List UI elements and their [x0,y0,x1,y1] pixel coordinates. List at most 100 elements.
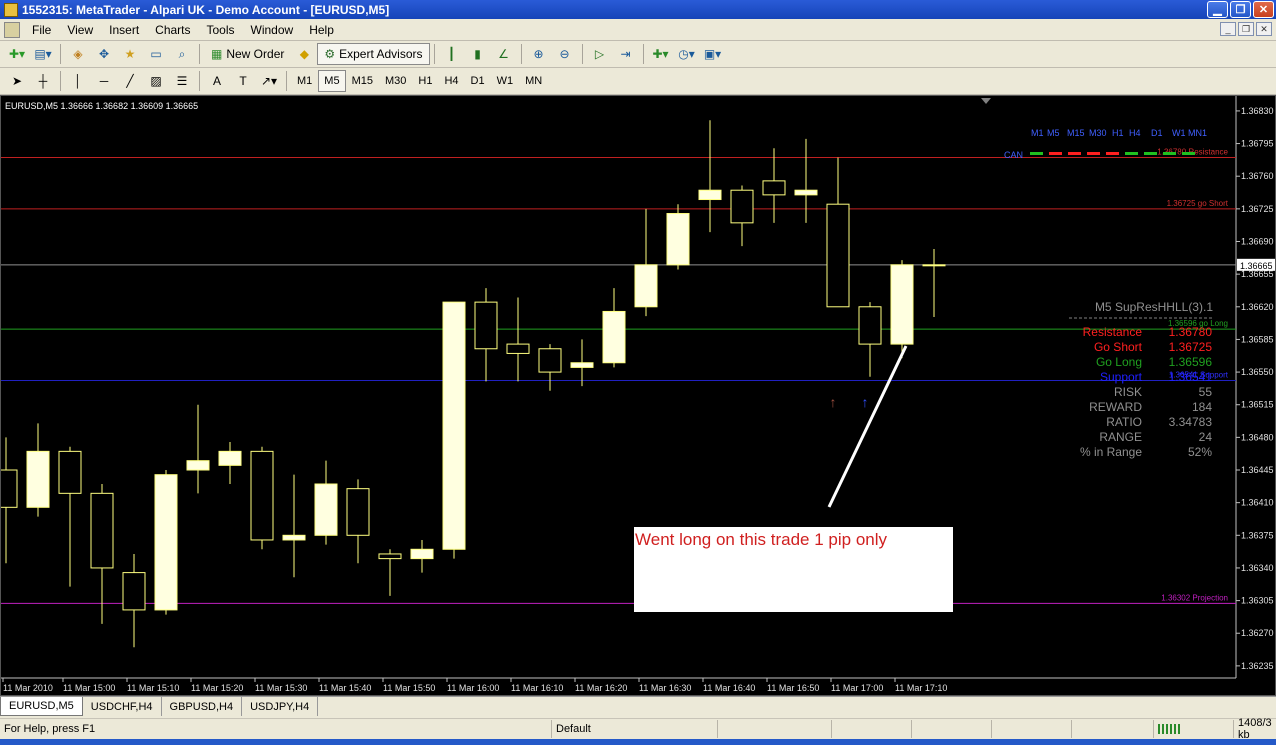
candle-body [794,189,818,196]
panel-row-value: 1.36725 [1169,340,1213,354]
candle-body [474,301,498,350]
tf-legend-label: D1 [1151,128,1163,138]
menu-charts[interactable]: Charts [147,23,198,37]
strategy-tester-icon[interactable]: ⌕ [171,43,193,65]
panel-row-label: Support [1100,370,1143,384]
x-tick-label: 11 Mar 16:20 [575,683,627,693]
cursor-icon[interactable]: ➤ [6,70,28,92]
expert-advisors-icon: ⚙ [324,47,336,61]
timeframe-d1[interactable]: D1 [465,70,491,92]
child-close-button[interactable]: ✕ [1256,22,1272,36]
new-order-label: New Order [226,47,285,61]
tab-eurusd-m5[interactable]: EURUSD,M5 [0,697,83,716]
new-order-button[interactable]: ▦ New Order [204,43,291,65]
tf-signal-dash [1068,152,1081,155]
candle-body [90,492,114,569]
bar-chart-icon[interactable]: ┃ [441,43,463,65]
new-chart-icon[interactable]: ✚▾ [6,43,28,65]
chart-window[interactable]: 1.36830 1.36795 1.36760 1.36725 1.36690 1.366… [0,95,1276,696]
panel-row-label: Resistance [1083,325,1143,339]
timeframe-m5[interactable]: M5 [318,70,346,92]
status-empty-1 [718,720,832,738]
x-tick-label: 11 Mar 15:50 [383,683,435,693]
y-tick-label: 1.36270 [1241,628,1274,638]
text-label-icon[interactable]: T [232,70,254,92]
tf-legend-label: M5 [1047,128,1060,138]
toolbar-separator [60,71,61,91]
tf-legend-label: H1 [1112,128,1124,138]
chart-window-icon[interactable] [4,21,20,38]
favorites-icon[interactable]: ★ [119,43,141,65]
market-watch-icon[interactable]: ◈ [67,43,89,65]
timeframe-m15[interactable]: M15 [346,70,379,92]
timeframe-m1[interactable]: M1 [291,70,318,92]
menu-file[interactable]: File [24,23,59,37]
timeframe-mn[interactable]: MN [519,70,548,92]
toolbar-separator [433,44,435,64]
panel-row-value: 55 [1199,385,1213,399]
candle-body [570,362,594,368]
y-tick-label: 1.36515 [1241,400,1274,410]
line-chart-icon[interactable]: ∠ [493,43,515,65]
restore-button[interactable]: ❐ [1230,1,1251,18]
fibonacci-icon[interactable]: ☰ [171,70,193,92]
timeframe-h4[interactable]: H4 [438,70,464,92]
panel-row-value: 1.36541 [1169,370,1213,384]
tab-gbpusd-h4[interactable]: GBPUSD,H4 [162,697,243,716]
candle-body [730,189,754,224]
zoom-out-icon[interactable]: ⊖ [554,43,576,65]
profiles-icon[interactable]: ▤▾ [32,43,54,65]
timeframe-w1[interactable]: W1 [491,70,520,92]
x-tick-label: 11 Mar 15:30 [255,683,307,693]
status-empty-3 [912,720,992,738]
menu-tools[interactable]: Tools [199,23,243,37]
chart-shift-icon[interactable]: ⇥ [615,43,637,65]
tab-usdjpy-h4[interactable]: USDJPY,H4 [242,697,319,716]
vertical-line-icon[interactable]: │ [67,70,89,92]
terminal-icon[interactable]: ▭ [145,43,167,65]
close-button[interactable]: ✕ [1253,1,1274,18]
panel-title: M5 SupResHHLL(3).1 [1095,300,1213,314]
menu-insert[interactable]: Insert [101,23,147,37]
window-controls: ▁ ❐ ✕ [1207,1,1274,18]
tab-usdchf-h4[interactable]: USDCHF,H4 [83,697,162,716]
timeframe-m30[interactable]: M30 [379,70,412,92]
candle-body [634,264,658,308]
line-studies-toolbar: ➤ ┼ │ ─ ╱ ▨ ☰ A T ↗▾ M1 M5 M15 M30 H1 H4… [0,68,1276,95]
arrows-icon[interactable]: ↗▾ [258,70,280,92]
expert-advisors-button[interactable]: ⚙ Expert Advisors [317,43,430,65]
metaeditor-icon[interactable]: ◆ [293,43,315,65]
x-tick-label: 11 Mar 16:50 [767,683,819,693]
periods-icon[interactable]: ◷▾ [676,43,698,65]
templates-icon[interactable]: ▣▾ [702,43,724,65]
y-tick-label: 1.36550 [1241,367,1274,377]
navigator-icon[interactable]: ✥ [93,43,115,65]
status-empty-4 [992,720,1072,738]
candle-body [602,310,626,364]
candle-body [346,488,370,536]
current-price-label: 1.36665 [1240,261,1273,271]
menu-view[interactable]: View [59,23,101,37]
y-tick-label: 1.36830 [1241,106,1274,116]
crosshair-icon[interactable]: ┼ [32,70,54,92]
candle-body [154,474,178,611]
price-chart[interactable]: 1.36830 1.36795 1.36760 1.36725 1.36690 1.366… [1,96,1275,695]
zoom-in-icon[interactable]: ⊕ [528,43,550,65]
trendline-icon[interactable]: ╱ [119,70,141,92]
candlestick-chart-icon[interactable]: ▮ [467,43,489,65]
channel-icon[interactable]: ▨ [145,70,167,92]
minimize-button[interactable]: ▁ [1207,1,1228,18]
menu-window[interactable]: Window [243,23,302,37]
menu-help[interactable]: Help [301,23,342,37]
child-minimize-button[interactable]: _ [1220,22,1236,36]
up-arrow-icon: ↑ [830,394,837,410]
child-restore-button[interactable]: ❐ [1238,22,1254,36]
candle-body [58,450,82,494]
horizontal-line-icon[interactable]: ─ [93,70,115,92]
timeframe-h1[interactable]: H1 [412,70,438,92]
text-icon[interactable]: A [206,70,228,92]
auto-scroll-icon[interactable]: ▷ [589,43,611,65]
indicators-icon[interactable]: ✚▾ [650,43,672,65]
connection-status-icon[interactable] [1154,720,1234,738]
up-arrow-icon: ↑ [862,394,869,410]
